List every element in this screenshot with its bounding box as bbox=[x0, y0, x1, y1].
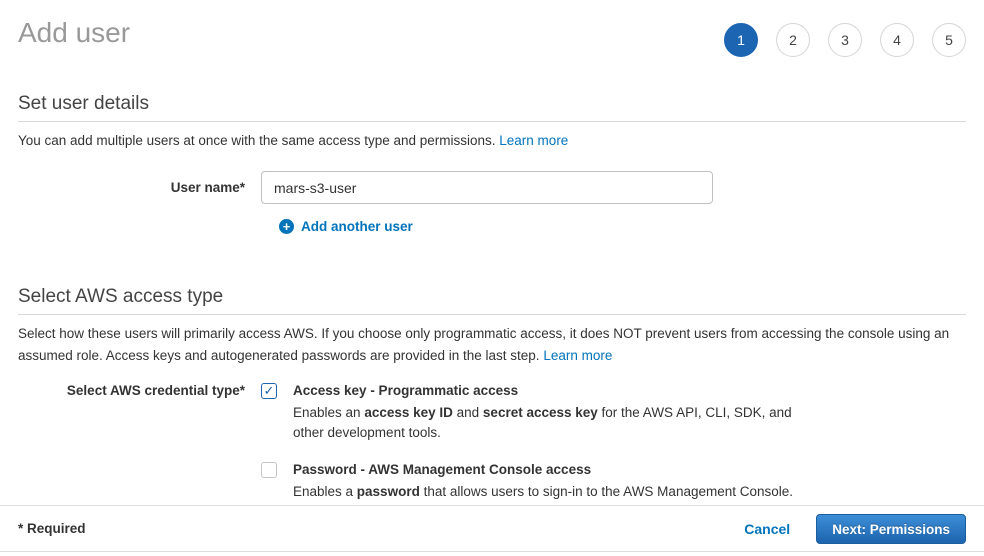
programmatic-access-title: Access key - Programmatic access bbox=[293, 381, 818, 401]
access-type-intro: Select how these users will primarily ac… bbox=[18, 323, 966, 367]
programmatic-access-checkbox[interactable]: ✓ bbox=[261, 383, 277, 399]
user-details-intro: You can add multiple users at once with … bbox=[18, 130, 966, 152]
section-heading-access-type: Select AWS access type bbox=[18, 286, 966, 308]
next-permissions-button[interactable]: Next: Permissions bbox=[816, 514, 966, 544]
desc-segment: access key ID bbox=[364, 405, 453, 420]
learn-more-link-access-type[interactable]: Learn more bbox=[543, 348, 612, 363]
cancel-button[interactable]: Cancel bbox=[744, 521, 790, 537]
user-details-intro-text: You can add multiple users at once with … bbox=[18, 133, 496, 148]
step-3-badge: 3 bbox=[828, 23, 862, 57]
username-input[interactable] bbox=[261, 171, 713, 204]
section-divider bbox=[18, 314, 966, 315]
step-1-badge: 1 bbox=[724, 23, 758, 57]
console-access-description: Enables a password that allows users to … bbox=[293, 482, 793, 502]
desc-segment: that allows users to sign-in to the AWS … bbox=[420, 484, 793, 499]
username-row: User name* bbox=[18, 171, 966, 204]
desc-segment: secret access key bbox=[483, 405, 598, 420]
option-console-access: Password - AWS Management Console access… bbox=[261, 460, 818, 502]
console-access-body: Password - AWS Management Console access… bbox=[293, 460, 793, 502]
credential-type-row: Select AWS credential type* ✓ Access key… bbox=[18, 381, 966, 502]
wizard-footer: * Required Cancel Next: Permissions bbox=[0, 505, 984, 552]
required-note: * Required bbox=[18, 521, 86, 536]
learn-more-link-user-details[interactable]: Learn more bbox=[499, 133, 568, 148]
step-5-badge: 5 bbox=[932, 23, 966, 57]
console-access-checkbox[interactable] bbox=[261, 462, 277, 478]
add-another-user-label: Add another user bbox=[301, 219, 413, 234]
add-user-wizard-page: Add user 1 2 3 4 5 Set user details You … bbox=[0, 0, 984, 502]
option-programmatic-access: ✓ Access key - Programmatic access Enabl… bbox=[261, 381, 818, 443]
step-2-badge: 2 bbox=[776, 23, 810, 57]
programmatic-access-body: Access key - Programmatic access Enables… bbox=[293, 381, 818, 443]
desc-segment: Enables a bbox=[293, 484, 357, 499]
desc-segment: Enables an bbox=[293, 405, 364, 420]
credential-options: ✓ Access key - Programmatic access Enabl… bbox=[261, 381, 818, 502]
step-4-badge: 4 bbox=[880, 23, 914, 57]
page-title: Add user bbox=[18, 16, 130, 50]
add-another-user-button[interactable]: + Add another user bbox=[279, 219, 413, 234]
plus-circle-icon: + bbox=[279, 219, 294, 234]
desc-segment: password bbox=[357, 484, 420, 499]
footer-actions: Cancel Next: Permissions bbox=[744, 514, 966, 544]
console-access-title: Password - AWS Management Console access bbox=[293, 460, 793, 480]
section-heading-user-details: Set user details bbox=[18, 93, 966, 115]
username-label: User name* bbox=[18, 180, 245, 195]
credential-type-label: Select AWS credential type* bbox=[18, 381, 245, 398]
access-type-intro-text: Select how these users will primarily ac… bbox=[18, 326, 949, 363]
section-divider bbox=[18, 121, 966, 122]
wizard-step-indicator: 1 2 3 4 5 bbox=[724, 16, 966, 57]
wizard-header: Add user 1 2 3 4 5 bbox=[18, 0, 966, 57]
checkmark-icon: ✓ bbox=[264, 384, 275, 397]
programmatic-access-description: Enables an access key ID and secret acce… bbox=[293, 403, 818, 443]
desc-segment: and bbox=[453, 405, 483, 420]
